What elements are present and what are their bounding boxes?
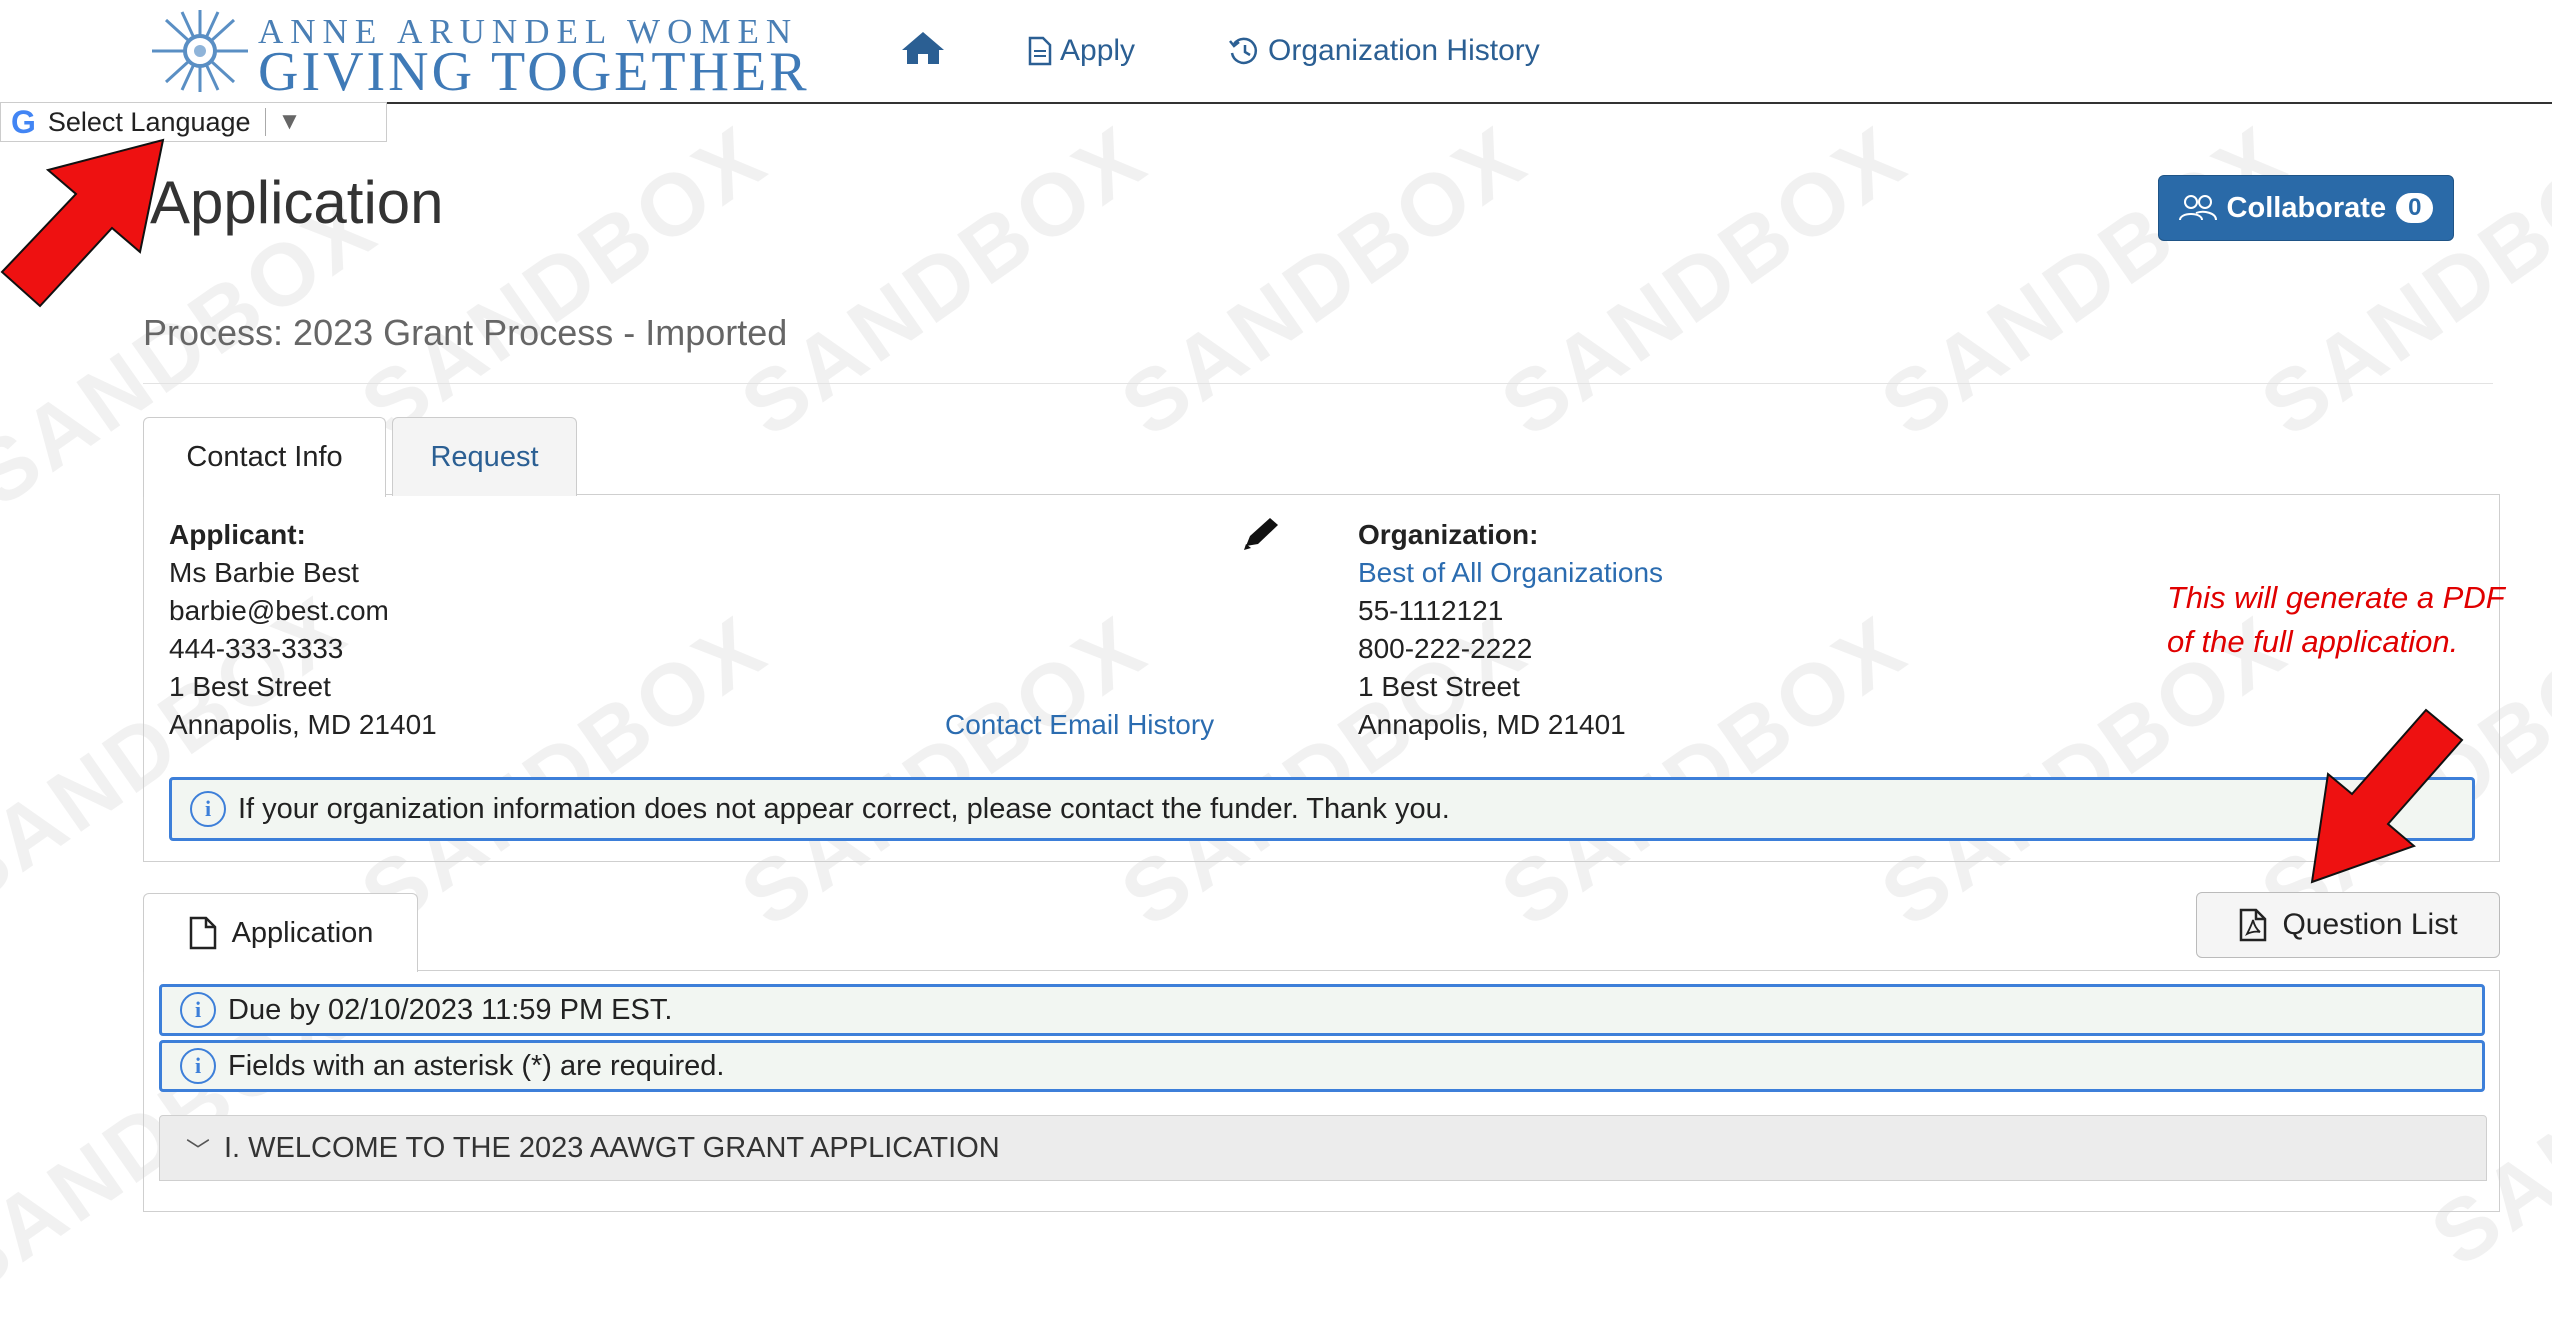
watermark: SANDBOX: [343, 105, 784, 456]
applicant-city: Annapolis, MD 21401: [169, 709, 437, 740]
nav-organization-history[interactable]: Organization History: [1228, 34, 1540, 68]
watermark: SANDBOX: [2243, 105, 2552, 456]
annotation-note: This will generate a PDF of the full app…: [2167, 576, 2505, 664]
applicant-street: 1 Best Street: [169, 671, 331, 702]
tab-contact-info[interactable]: Contact Info: [143, 417, 386, 497]
sunburst-logo-icon: [152, 10, 248, 92]
tab-application[interactable]: Application: [143, 893, 418, 972]
info-icon: i: [190, 791, 226, 827]
collaborate-button[interactable]: Collaborate 0: [2158, 175, 2454, 241]
organization-name-link[interactable]: Best of All Organizations: [1358, 554, 1663, 592]
required-fields-alert: i Fields with an asterisk (*) are requir…: [159, 1040, 2485, 1092]
section-header-welcome[interactable]: ﹀ I. WELCOME TO THE 2023 AAWGT GRANT APP…: [159, 1115, 2487, 1181]
logo-text-bottom: GIVING TOGETHER: [258, 41, 810, 103]
google-g-icon: G: [11, 103, 36, 140]
users-icon: [2178, 195, 2217, 221]
due-date-text: Due by 02/10/2023 11:59 PM EST.: [228, 993, 673, 1026]
watermark: SANDBOX: [1863, 105, 2304, 456]
divider: [143, 383, 2493, 384]
nav-apply[interactable]: Apply: [1028, 34, 1135, 68]
chevron-down-icon: ﹀: [186, 1137, 210, 1165]
language-selector[interactable]: G Select Language ▼: [0, 102, 387, 142]
tab-request-label: Request: [430, 440, 539, 473]
page-title: Application: [150, 169, 444, 236]
organization-city: Annapolis, MD 21401: [1358, 709, 1626, 740]
applicant-email: barbie@best.com: [169, 595, 389, 626]
watermark: SANDBOX: [1103, 105, 1544, 456]
nav-apply-label: Apply: [1060, 34, 1136, 67]
collaborator-count-badge: 0: [2396, 193, 2434, 223]
tab-request[interactable]: Request: [392, 417, 577, 496]
info-icon: i: [180, 1048, 216, 1084]
question-list-label: Question List: [2282, 908, 2458, 941]
question-list-button[interactable]: Question List: [2196, 892, 2500, 958]
organization-block: Organization: Best of All Organizations …: [1358, 516, 1663, 744]
collaborate-label: Collaborate: [2226, 191, 2387, 224]
document-icon: [1028, 36, 1052, 66]
top-navbar: ANNE ARUNDEL WOMEN GIVING TOGETHER Apply…: [0, 0, 2552, 104]
site-logo[interactable]: ANNE ARUNDEL WOMEN GIVING TOGETHER: [148, 8, 848, 103]
org-notice-text: If your organization information does no…: [238, 792, 1450, 825]
applicant-name: Ms Barbie Best: [169, 557, 359, 588]
dropdown-arrow-icon: ▼: [277, 108, 302, 135]
process-name: Process: 2023 Grant Process - Imported: [143, 312, 788, 353]
organization-phone: 800-222-2222: [1358, 633, 1533, 664]
organization-street: 1 Best Street: [1358, 671, 1520, 702]
applicant-phone: 444-333-3333: [169, 633, 344, 664]
nav-history-label: Organization History: [1268, 34, 1540, 67]
watermark: SANDBOX: [1483, 105, 1924, 456]
required-fields-text: Fields with an asterisk (*) are required…: [228, 1049, 725, 1082]
contact-email-history-link[interactable]: Contact Email History: [945, 706, 1214, 744]
org-info-notice: i If your organization information does …: [169, 777, 2475, 841]
section-title: I. WELCOME TO THE 2023 AAWGT GRANT APPLI…: [224, 1131, 1000, 1164]
annotation-note-line2: of the full application.: [2167, 624, 2459, 659]
home-icon: [902, 32, 944, 64]
history-icon: [1229, 37, 1258, 65]
pdf-file-icon: [2240, 908, 2267, 942]
due-date-alert: i Due by 02/10/2023 11:59 PM EST.: [159, 984, 2485, 1036]
tab-application-label: Application: [231, 916, 374, 949]
language-label: Select Language: [47, 106, 251, 137]
divider: [264, 108, 266, 136]
file-icon: [189, 916, 216, 950]
organization-heading: Organization:: [1358, 519, 1539, 550]
nav-home[interactable]: [900, 30, 946, 66]
organization-ein: 55-1112121: [1358, 595, 1504, 626]
tab-contact-info-label: Contact Info: [186, 441, 343, 473]
watermark: SANDBOX: [723, 105, 1164, 456]
edit-pencil-icon[interactable]: [1240, 516, 1282, 552]
annotation-note-line1: This will generate a PDF: [2167, 580, 2505, 615]
applicant-heading: Applicant:: [169, 519, 306, 550]
applicant-block: Applicant: Ms Barbie Best barbie@best.co…: [169, 516, 437, 744]
info-icon: i: [180, 992, 216, 1028]
